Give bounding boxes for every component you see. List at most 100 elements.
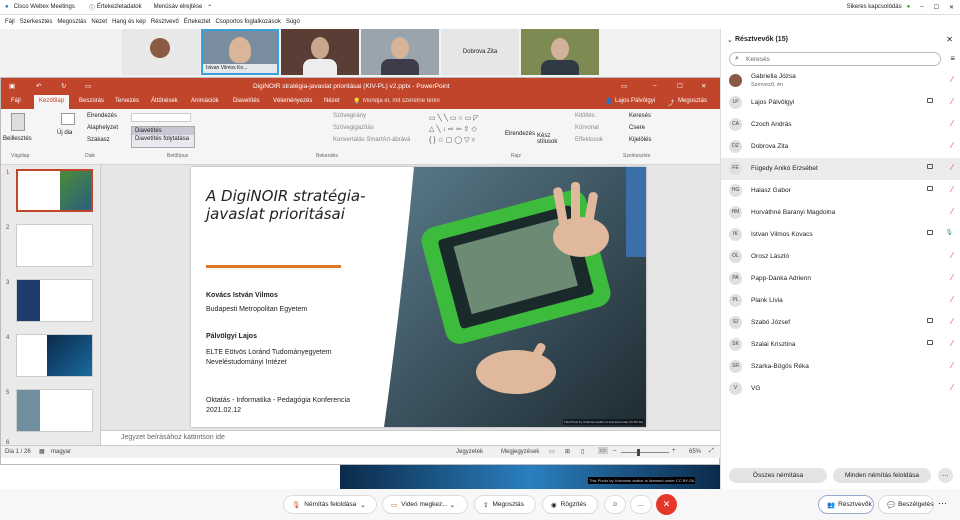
mic-muted-icon[interactable]: ⁄ bbox=[952, 361, 953, 370]
new-slide-icon[interactable] bbox=[61, 113, 75, 125]
participant-row[interactable]: SJ Szabó József ⁄ bbox=[721, 312, 960, 334]
effects-button[interactable]: Effektusok bbox=[575, 137, 603, 143]
normal-view-icon[interactable]: ▭ bbox=[549, 448, 555, 455]
ppt-user-name[interactable]: Lajos Pálvölgyi bbox=[615, 98, 655, 104]
ppt-maximize[interactable]: ☐ bbox=[677, 82, 683, 90]
participant-row[interactable]: DZ Dobrova Zita ⁄ bbox=[721, 136, 960, 158]
menu-view[interactable]: Nézet bbox=[91, 19, 107, 25]
notes-toggle[interactable]: Jegyzetek bbox=[456, 449, 483, 455]
shapes-gallery[interactable]: ▭ ╲ ╲ ▭ ○ ▭ ◸ △ ╲ ↓ ⇨ ⇦ ⇧ ◇{ } ☆ ▢ ◯ ▽ ▿ bbox=[429, 113, 499, 147]
start-slideshow-icon[interactable]: ▭ bbox=[85, 82, 91, 90]
participants-button[interactable]: 👥 Résztvevők bbox=[818, 495, 874, 514]
menu-share[interactable]: Megosztás bbox=[57, 19, 86, 25]
more-button[interactable]: … bbox=[630, 495, 652, 514]
zoom-in-icon[interactable]: + bbox=[672, 448, 676, 454]
language[interactable]: magyar bbox=[51, 449, 71, 455]
participant-row[interactable]: CA Czoch András ⁄ bbox=[721, 114, 960, 136]
mic-muted-icon[interactable]: ⁄ bbox=[952, 185, 953, 194]
tell-me-box[interactable]: Mondja el, mit szeretne tenni bbox=[363, 98, 440, 104]
participant-row[interactable]: Gabriella Józsa Szervező, én ⁄ bbox=[721, 70, 960, 92]
menu-edit[interactable]: Szerkesztés bbox=[20, 19, 53, 25]
video-tile[interactable] bbox=[361, 29, 439, 75]
new-slide-button[interactable]: Új dia bbox=[57, 130, 72, 136]
paste-icon[interactable] bbox=[11, 113, 25, 131]
chevron-down-icon[interactable]: ⌄ bbox=[450, 501, 455, 509]
dropdown-item-slideshow[interactable]: Diavetítés bbox=[132, 127, 194, 135]
mic-muted-icon[interactable]: ⁄ bbox=[952, 97, 953, 106]
menu-help[interactable]: Súgó bbox=[286, 19, 300, 25]
tab-review[interactable]: Véleményezés bbox=[273, 98, 312, 104]
reactions-button[interactable]: ☺ bbox=[604, 495, 626, 514]
reset-button[interactable]: Alaphelyzet bbox=[87, 125, 118, 131]
chevron-down-icon[interactable]: ⌄ bbox=[360, 501, 365, 509]
reading-view-icon[interactable]: ▯ bbox=[581, 448, 584, 455]
outline-button[interactable]: Körvonal bbox=[575, 125, 599, 131]
overflow-button[interactable]: ⋯ bbox=[938, 498, 947, 509]
video-tile-active[interactable]: Istvan Vilmos Ko... bbox=[201, 29, 279, 75]
ribbon-options-icon[interactable]: ▭ bbox=[621, 82, 627, 90]
minimize-button[interactable]: – bbox=[920, 4, 923, 10]
participant-row[interactable]: SR Szarka-Bögös Réka ⁄ bbox=[721, 356, 960, 378]
mic-muted-icon[interactable]: ⁄ bbox=[952, 273, 953, 282]
tab-animations[interactable]: Animációk bbox=[191, 98, 219, 104]
record-button[interactable]: ◉ Rögzítés bbox=[542, 495, 598, 514]
video-tile[interactable] bbox=[281, 29, 359, 75]
paste-button[interactable]: Beillesztés bbox=[3, 136, 32, 142]
unmute-all-button[interactable]: Minden némítás feloldása bbox=[833, 468, 931, 483]
search-box[interactable]: ⌕ Keresés bbox=[729, 52, 941, 66]
replace-button[interactable]: Csere bbox=[629, 125, 645, 131]
mute-all-button[interactable]: Összes némítása bbox=[729, 468, 827, 483]
tab-file[interactable]: Fájl bbox=[11, 98, 21, 104]
video-tile[interactable] bbox=[521, 29, 599, 75]
convert-smartart-button[interactable]: Konvertálás SmartArt-ábrává bbox=[333, 137, 410, 143]
tab-design[interactable]: Tervezés bbox=[115, 98, 139, 104]
fit-slide-icon[interactable]: ⤢ bbox=[709, 448, 714, 455]
participant-row[interactable]: PA Papp-Danka Adrienn ⁄ bbox=[721, 268, 960, 290]
fill-button[interactable]: Kitöltés bbox=[575, 113, 595, 119]
menu-meeting[interactable]: Értekezlet bbox=[184, 19, 211, 25]
participant-row[interactable]: V VG ⁄ bbox=[721, 378, 960, 400]
chevron-up-icon[interactable]: ⌃ bbox=[207, 4, 212, 11]
menu-audio-video[interactable]: Hang és kép bbox=[112, 19, 146, 25]
comments-toggle[interactable]: Megjegyzések bbox=[501, 449, 539, 455]
chat-button[interactable]: 💬 Beszélgetés bbox=[878, 495, 934, 514]
slide-thumbnail[interactable] bbox=[16, 224, 93, 267]
mic-muted-icon[interactable]: ⁄ bbox=[952, 295, 953, 304]
slideshow-dropdown[interactable]: Diavetítés Diavetítés folytatása bbox=[131, 126, 195, 148]
end-meeting-button[interactable]: ✕ bbox=[656, 494, 677, 515]
menu-file[interactable]: Fájl bbox=[5, 19, 15, 25]
mic-muted-icon[interactable]: ⁄ bbox=[952, 75, 953, 84]
tab-slideshow[interactable]: Diavetítés bbox=[233, 98, 260, 104]
notes-pane[interactable]: Jegyzet beírásához kattintson ide bbox=[101, 430, 721, 445]
participant-row[interactable]: SK Szalai Krisztina ⁄ bbox=[721, 334, 960, 356]
more-options-button[interactable]: … bbox=[938, 468, 953, 483]
menu-participant[interactable]: Résztvevő bbox=[151, 19, 179, 25]
video-tile-name-only[interactable]: Dobrova Zita bbox=[441, 29, 519, 75]
participant-row[interactable]: OL Orosz László ⁄ bbox=[721, 246, 960, 268]
participant-row[interactable]: FE Fügedy Anikó Erzsébet ⁄ bbox=[721, 158, 960, 180]
undo-icon[interactable]: ↶ bbox=[36, 82, 41, 90]
share-button[interactable]: ⇪ Megosztás bbox=[474, 495, 536, 514]
ppt-minimize[interactable]: – bbox=[653, 82, 657, 89]
panel-close-icon[interactable]: ✕ bbox=[946, 35, 953, 44]
maximize-button[interactable]: ☐ bbox=[934, 4, 939, 11]
slide-thumbnail[interactable] bbox=[16, 334, 93, 377]
quick-styles-button[interactable]: Kész stílusok bbox=[537, 133, 559, 145]
search-input[interactable]: Keresés bbox=[746, 56, 770, 63]
section-button[interactable]: Szakasz bbox=[87, 137, 110, 143]
tab-transitions[interactable]: Áttűnések bbox=[151, 98, 178, 104]
slideshow-view-icon[interactable]: ▭ bbox=[598, 447, 608, 454]
mic-muted-icon[interactable]: ⁄ bbox=[952, 383, 953, 392]
tab-insert[interactable]: Beszúrás bbox=[79, 98, 104, 104]
arrange-button[interactable]: Elrendezés bbox=[505, 131, 535, 137]
slide-thumbnail[interactable] bbox=[16, 279, 93, 322]
mic-muted-icon[interactable]: ⁄ bbox=[952, 339, 953, 348]
ppt-close[interactable]: ✕ bbox=[701, 82, 706, 90]
find-button[interactable]: Keresés bbox=[629, 113, 651, 119]
mic-muted-icon[interactable]: ⁄ bbox=[952, 251, 953, 260]
start-video-button[interactable]: ▭ Videó megkez... ⌄ bbox=[382, 495, 468, 514]
mic-muted-icon[interactable]: ⁄ bbox=[952, 163, 953, 172]
meeting-info-link[interactable]: Értekezletadatok bbox=[97, 4, 142, 10]
participant-row[interactable]: LP Lajos Pálvölgyi ⁄ bbox=[721, 92, 960, 114]
save-icon[interactable]: ▣ bbox=[9, 82, 15, 90]
